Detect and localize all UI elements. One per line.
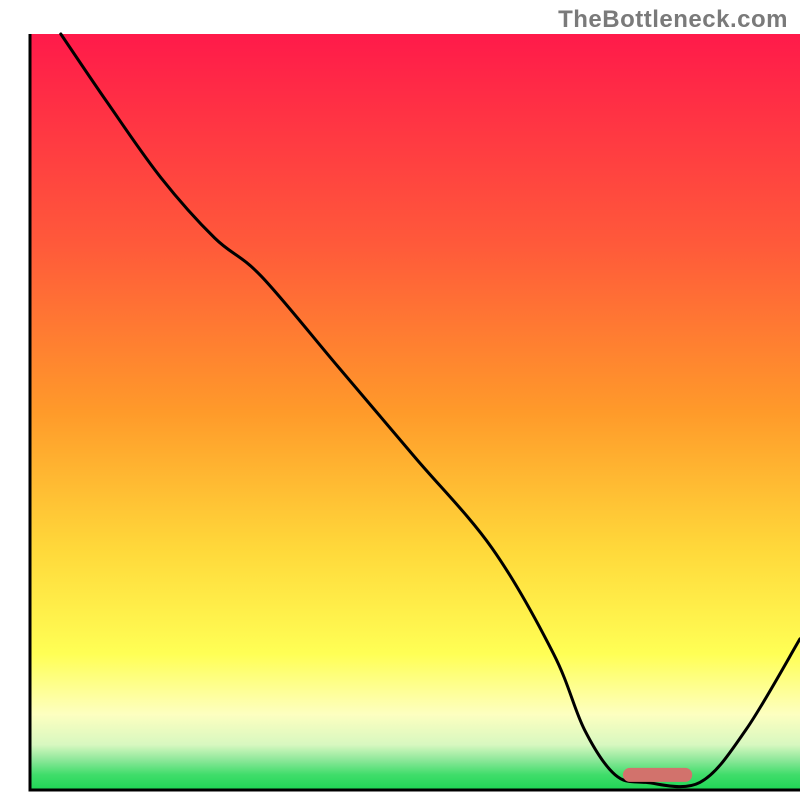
chart-canvas: TheBottleneck.com	[0, 0, 800, 800]
chart-svg	[0, 0, 800, 800]
watermark-text: TheBottleneck.com	[558, 6, 788, 34]
optimal-marker	[623, 768, 692, 782]
plot-background	[30, 34, 800, 790]
